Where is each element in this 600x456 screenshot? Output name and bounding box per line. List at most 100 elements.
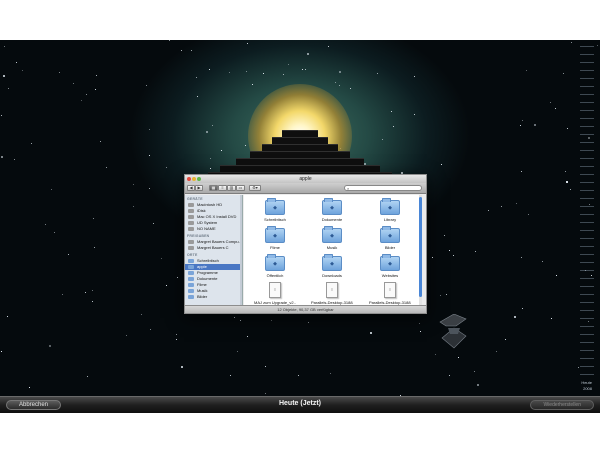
folder-item[interactable]: ◆ Websites xyxy=(369,253,411,283)
file-name-label: Library xyxy=(383,217,397,222)
computer-icon xyxy=(188,246,194,250)
icon-glyph: ◆ xyxy=(273,233,277,239)
star xyxy=(230,375,231,376)
folder-item[interactable]: ◆ Dokumente xyxy=(311,197,353,227)
scrollbar-thumb[interactable] xyxy=(419,197,422,297)
folder-item[interactable]: ◆ Library xyxy=(369,197,411,227)
folder-icon: ◆ xyxy=(322,254,342,271)
star xyxy=(520,125,521,126)
timeline-ticks[interactable] xyxy=(580,46,594,376)
document-icon: ≡ xyxy=(384,282,396,298)
star xyxy=(150,329,151,330)
folder-item[interactable]: ◆ Filme xyxy=(254,225,296,255)
title-bar[interactable]: apple xyxy=(185,175,426,183)
icon-glyph: ◆ xyxy=(273,205,277,211)
document-icon: ≡ xyxy=(326,282,338,298)
folder-item[interactable]: ◆ Bilder xyxy=(369,225,411,255)
star xyxy=(1,156,3,158)
star xyxy=(265,366,266,367)
star xyxy=(54,232,55,233)
sidebar-item-label: iDisk xyxy=(197,208,206,213)
drive-icon xyxy=(188,215,194,219)
search-icon: ⌕ xyxy=(347,186,350,191)
file-item[interactable]: ≡ MAJ zum Upgrade_v2... xyxy=(254,280,296,306)
star xyxy=(302,69,303,70)
star xyxy=(62,294,63,295)
file-item[interactable]: ≡ Parallels-Desktop-3188-... xyxy=(311,280,353,306)
star xyxy=(146,85,147,86)
folder-item[interactable]: ◆ Öffentlich xyxy=(254,253,296,283)
star xyxy=(141,314,142,315)
sidebar-scrollbar[interactable] xyxy=(240,195,242,306)
star xyxy=(133,206,134,207)
star xyxy=(85,292,86,293)
sidebar-item-label: Bilder xyxy=(197,294,208,299)
star xyxy=(288,64,289,65)
time-navigation-arrows-icon[interactable] xyxy=(436,314,470,350)
folder-icon: ◆ xyxy=(322,226,342,243)
star xyxy=(247,43,248,44)
star xyxy=(1,351,2,352)
star xyxy=(149,155,150,156)
file-name-label: Filme xyxy=(270,245,280,250)
icon-view-button[interactable]: ▦ xyxy=(209,185,218,191)
star xyxy=(153,223,154,224)
folder-icon: ◆ xyxy=(380,254,400,271)
star xyxy=(229,72,230,73)
star xyxy=(521,171,522,172)
star xyxy=(308,322,309,323)
list-view-button[interactable]: ≡ xyxy=(218,185,227,191)
coverflow-view-button[interactable]: ▭ xyxy=(236,185,245,191)
folder-item[interactable]: ◆ Musik xyxy=(311,225,353,255)
star xyxy=(169,40,170,41)
back-button[interactable]: ◀ xyxy=(187,185,195,191)
folder-item[interactable]: ◆ Schreibtisch xyxy=(254,197,296,227)
star xyxy=(87,376,88,377)
star xyxy=(501,206,502,207)
star xyxy=(474,371,475,372)
file-item[interactable]: ≡ Parallels-Desktop-3188-... xyxy=(369,280,411,306)
forward-button[interactable]: ▶ xyxy=(195,185,203,191)
content-scrollbar[interactable] xyxy=(419,195,422,306)
star xyxy=(149,129,150,130)
star xyxy=(181,50,182,51)
star xyxy=(221,150,222,151)
star xyxy=(181,366,183,368)
star xyxy=(45,224,46,225)
restore-button[interactable]: Wiederherstellen xyxy=(530,400,594,410)
star xyxy=(4,46,5,47)
star xyxy=(283,74,284,75)
star xyxy=(566,181,568,183)
star xyxy=(161,258,162,259)
sidebar-item[interactable]: Margret Bauers C xyxy=(185,245,242,251)
sidebar-item[interactable]: Bilder xyxy=(185,294,242,300)
folder-item[interactable]: ◆ Downloads xyxy=(311,253,353,283)
search-field[interactable]: ⌕ xyxy=(344,185,422,191)
column-view-button[interactable]: ▥ xyxy=(227,185,236,191)
star xyxy=(551,318,552,319)
folder-icon: ◆ xyxy=(265,226,285,243)
action-gear-button[interactable]: ⚙▾ xyxy=(249,185,261,191)
star xyxy=(210,158,211,159)
star xyxy=(133,184,134,185)
star xyxy=(414,114,415,115)
timeline-year: 2008 xyxy=(583,386,592,391)
star xyxy=(420,331,421,332)
star xyxy=(149,188,150,189)
star xyxy=(126,335,127,336)
star xyxy=(245,145,246,146)
star xyxy=(449,250,450,251)
icon-glyph: ≡ xyxy=(273,287,277,292)
star xyxy=(570,189,571,190)
sidebar-item[interactable]: NO NAME xyxy=(185,226,242,232)
folder-icon: ◆ xyxy=(265,254,285,271)
star xyxy=(453,255,454,256)
sidebar-item-label: Schreibtisch xyxy=(197,258,219,263)
folder-icon xyxy=(188,259,194,263)
star xyxy=(212,125,213,126)
star xyxy=(382,139,383,140)
finder-window[interactable]: apple ◀ ▶ ▦ ≡ ▥ ▭ ⚙▾ ⌕ GERÄTE Macintosh H… xyxy=(184,174,427,314)
time-machine-bottom-bar: Abbrechen Heute (Jetzt) Wiederherstellen xyxy=(0,396,600,413)
sidebar-section-header: ORTE xyxy=(187,253,198,257)
timeline-label: Heute xyxy=(581,380,592,385)
